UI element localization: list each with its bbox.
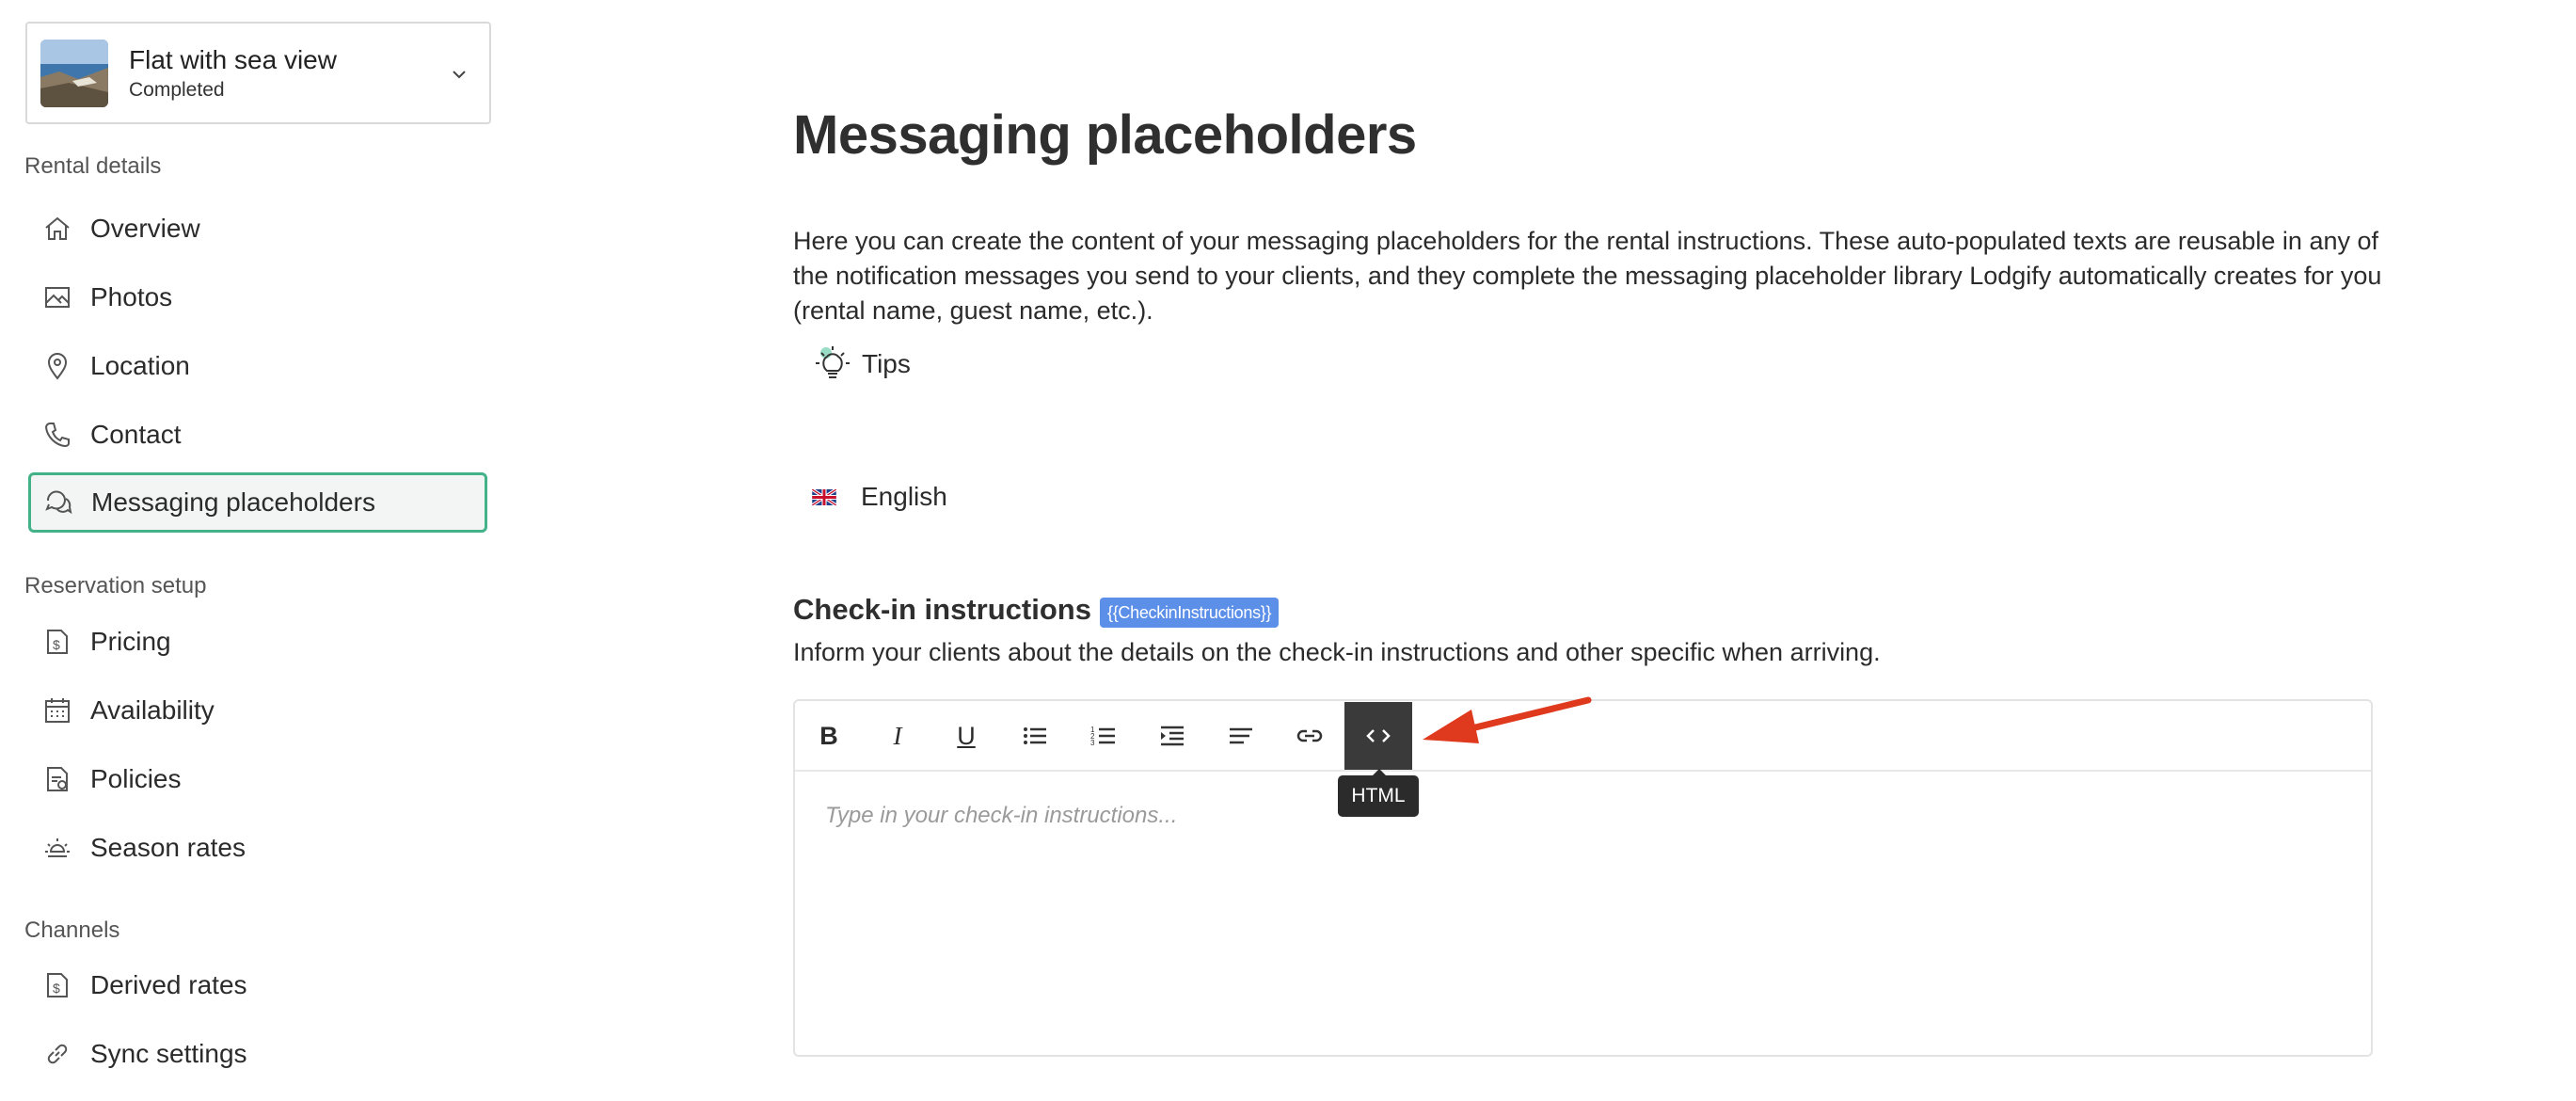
indent-icon	[1161, 726, 1184, 746]
sidebar-item-availability[interactable]: Availability	[28, 681, 487, 740]
indent-button[interactable]	[1138, 702, 1206, 770]
page-title: Messaging placeholders	[793, 104, 1417, 166]
svg-text:$: $	[53, 637, 60, 652]
sidebar-item-pricing[interactable]: $ Pricing	[28, 613, 487, 671]
sidebar-item-sync-settings[interactable]: Sync settings	[28, 1025, 487, 1083]
html-tooltip: HTML	[1338, 769, 1419, 817]
checkin-title: Check-in instructions	[793, 593, 1091, 626]
underline-button[interactable]: U	[932, 702, 1000, 770]
phone-icon	[40, 417, 75, 453]
tips-label: Tips	[862, 349, 911, 378]
italic-button[interactable]: I	[864, 702, 931, 770]
lightbulb-icon	[816, 346, 850, 378]
sidebar-item-contact[interactable]: Contact	[28, 406, 487, 464]
numbered-list-icon: 123	[1090, 726, 1115, 747]
sidebar-item-location[interactable]: Location	[28, 337, 487, 395]
align-left-icon	[1230, 727, 1252, 744]
code-icon	[1366, 729, 1391, 742]
language-selector[interactable]: English	[812, 482, 947, 512]
svg-text:3: 3	[1090, 739, 1095, 747]
link-button[interactable]	[1276, 702, 1344, 770]
pricing-icon: $	[40, 624, 75, 660]
checkin-placeholder-tag: {{CheckinInstructions}}	[1100, 598, 1280, 628]
image-icon	[40, 279, 75, 315]
section-label-channels: Channels	[24, 918, 120, 943]
section-label-reservation-setup: Reservation setup	[24, 573, 207, 598]
html-button[interactable]	[1344, 702, 1412, 770]
uk-flag-icon	[812, 488, 836, 505]
bullet-list-icon	[1024, 727, 1046, 744]
rental-switcher[interactable]: Flat with sea view Completed	[25, 22, 491, 124]
location-pin-icon	[40, 348, 75, 384]
sun-icon	[40, 830, 75, 866]
tips-toggle[interactable]: Tips	[811, 343, 911, 386]
rental-name: Flat with sea view	[129, 44, 337, 74]
rental-status: Completed	[129, 78, 225, 101]
checkin-editor: B I U 123 HTML Type in your check-in ins…	[793, 699, 2373, 1057]
bold-button[interactable]: B	[795, 702, 863, 770]
editor-placeholder[interactable]: Type in your check-in instructions...	[825, 803, 1177, 829]
align-left-button[interactable]	[1207, 702, 1275, 770]
calendar-icon	[40, 693, 75, 728]
checkin-description: Inform your clients about the details on…	[793, 638, 1881, 666]
intro-text: Here you can create the content of your …	[793, 227, 2382, 325]
chevron-down-icon	[453, 71, 466, 79]
svg-text:$: $	[53, 981, 60, 996]
numbered-list-button[interactable]: 123	[1070, 702, 1137, 770]
language-label: English	[861, 482, 947, 511]
sidebar-item-overview[interactable]: Overview	[28, 199, 487, 258]
derived-rates-icon: $	[40, 967, 75, 1003]
sidebar-item-photos[interactable]: Photos	[28, 268, 487, 327]
chat-bubbles-icon	[40, 485, 76, 520]
sidebar: Flat with sea view Completed Rental deta…	[0, 0, 508, 1101]
sidebar-item-policies[interactable]: Policies	[28, 750, 487, 808]
sidebar-item-messaging-placeholders[interactable]: Messaging placeholders	[28, 472, 487, 533]
sidebar-item-derived-rates[interactable]: $ Derived rates	[28, 956, 487, 1014]
annotation-arrow-icon	[1423, 696, 1592, 743]
sidebar-item-season-rates[interactable]: Season rates	[28, 819, 487, 877]
policy-document-icon	[40, 761, 75, 797]
home-icon	[40, 211, 75, 247]
bullet-list-button[interactable]	[1001, 702, 1069, 770]
rental-thumbnail	[40, 39, 108, 107]
link-icon	[1296, 729, 1323, 742]
link-icon	[40, 1036, 75, 1072]
section-label-rental-details: Rental details	[24, 153, 162, 179]
